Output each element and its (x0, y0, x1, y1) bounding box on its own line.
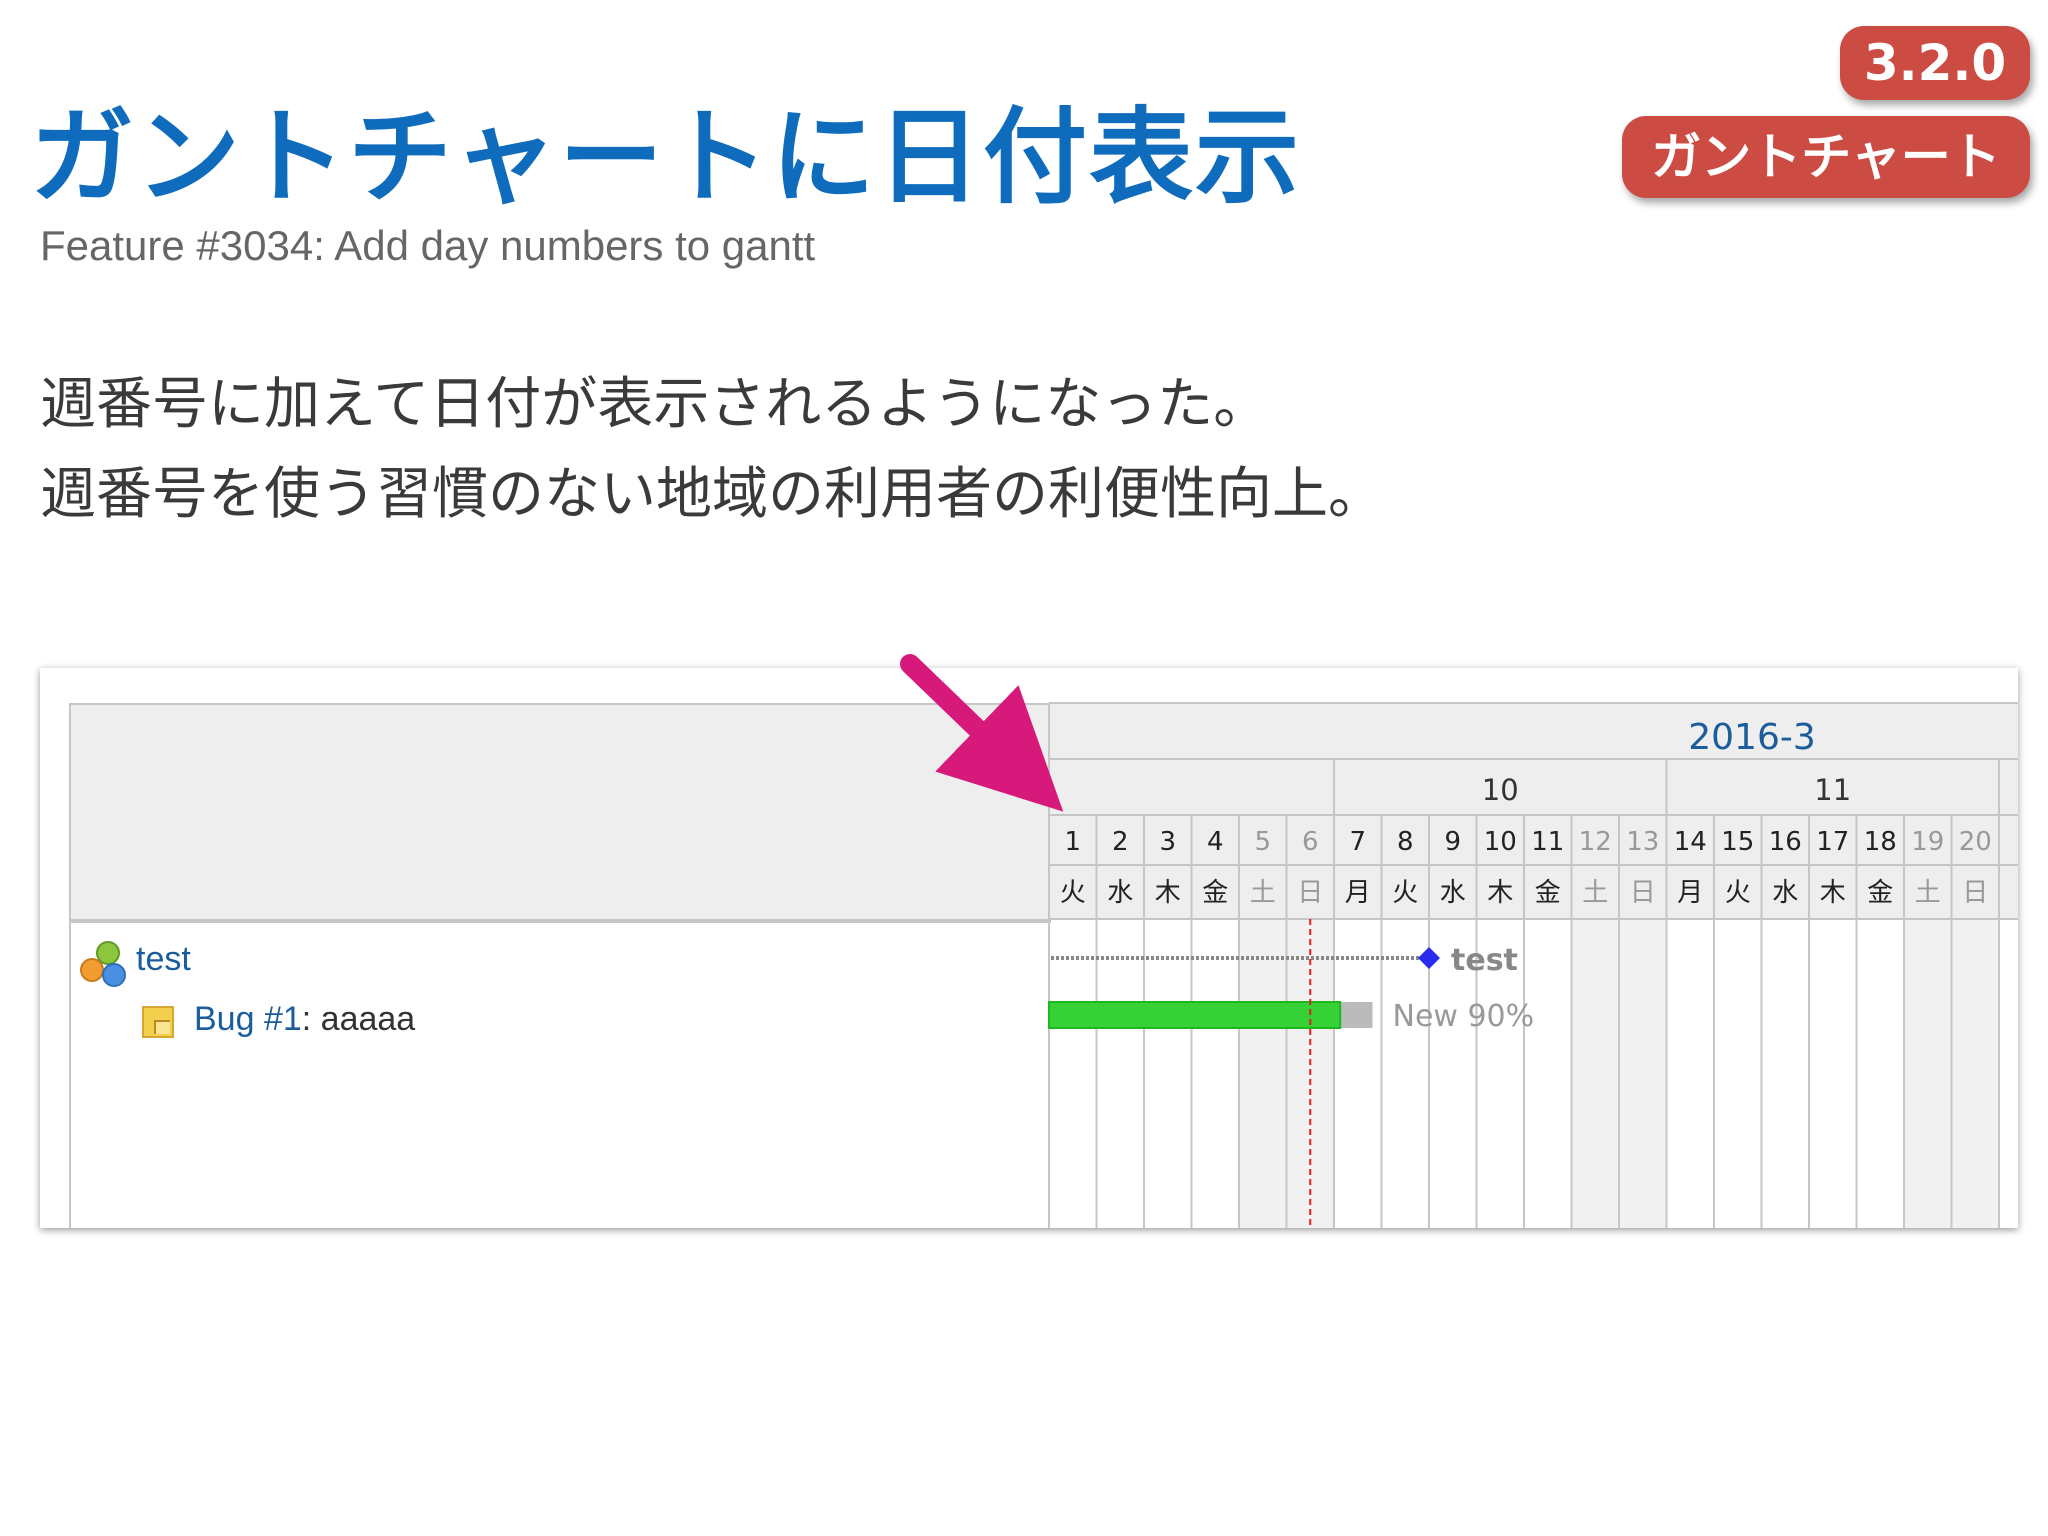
callout-arrow-shaft (900, 654, 1064, 812)
callout-arrow (900, 654, 1064, 812)
